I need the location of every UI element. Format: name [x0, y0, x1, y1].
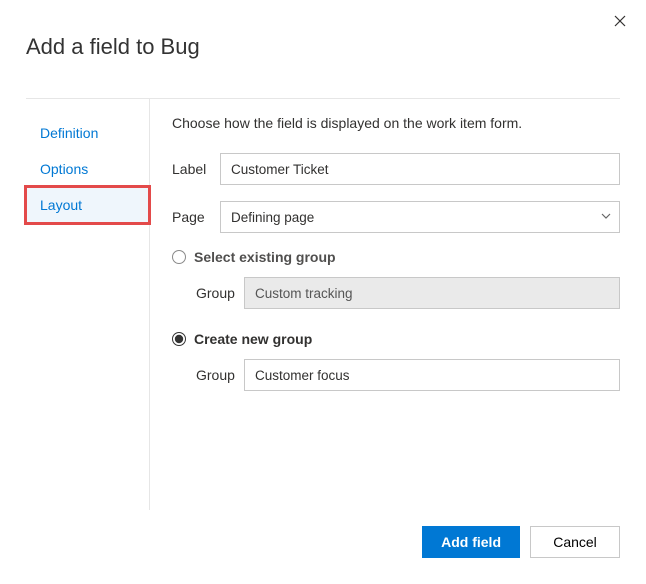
dialog-title: Add a field to Bug: [26, 34, 620, 60]
label-input[interactable]: [220, 153, 620, 185]
add-field-dialog: Add a field to Bug Definition Options La…: [0, 0, 646, 584]
tab-list: Definition Options Layout: [26, 99, 150, 510]
radio-existing-label: Select existing group: [194, 249, 336, 265]
radio-create-group[interactable]: Create new group: [172, 331, 620, 347]
page-field-label: Page: [172, 209, 220, 225]
tab-options[interactable]: Options: [26, 151, 149, 187]
add-field-button[interactable]: Add field: [422, 526, 520, 558]
tab-layout[interactable]: Layout: [26, 187, 149, 223]
tab-definition[interactable]: Definition: [26, 115, 149, 151]
dialog-footer: Add field Cancel: [26, 510, 620, 558]
radio-create-input[interactable]: [172, 332, 186, 346]
radio-existing-group[interactable]: Select existing group: [172, 249, 620, 265]
existing-group-input: [244, 277, 620, 309]
close-button[interactable]: [610, 12, 630, 32]
page-select[interactable]: Defining page: [220, 201, 620, 233]
radio-create-label: Create new group: [194, 331, 312, 347]
layout-pane: Choose how the field is displayed on the…: [150, 99, 620, 510]
radio-existing-input[interactable]: [172, 250, 186, 264]
existing-group-label: Group: [196, 285, 244, 301]
cancel-button[interactable]: Cancel: [530, 526, 620, 558]
close-icon: [614, 15, 626, 30]
pane-intro: Choose how the field is displayed on the…: [172, 115, 620, 131]
create-group-label: Group: [196, 367, 244, 383]
label-field-label: Label: [172, 161, 220, 177]
create-group-input[interactable]: [244, 359, 620, 391]
